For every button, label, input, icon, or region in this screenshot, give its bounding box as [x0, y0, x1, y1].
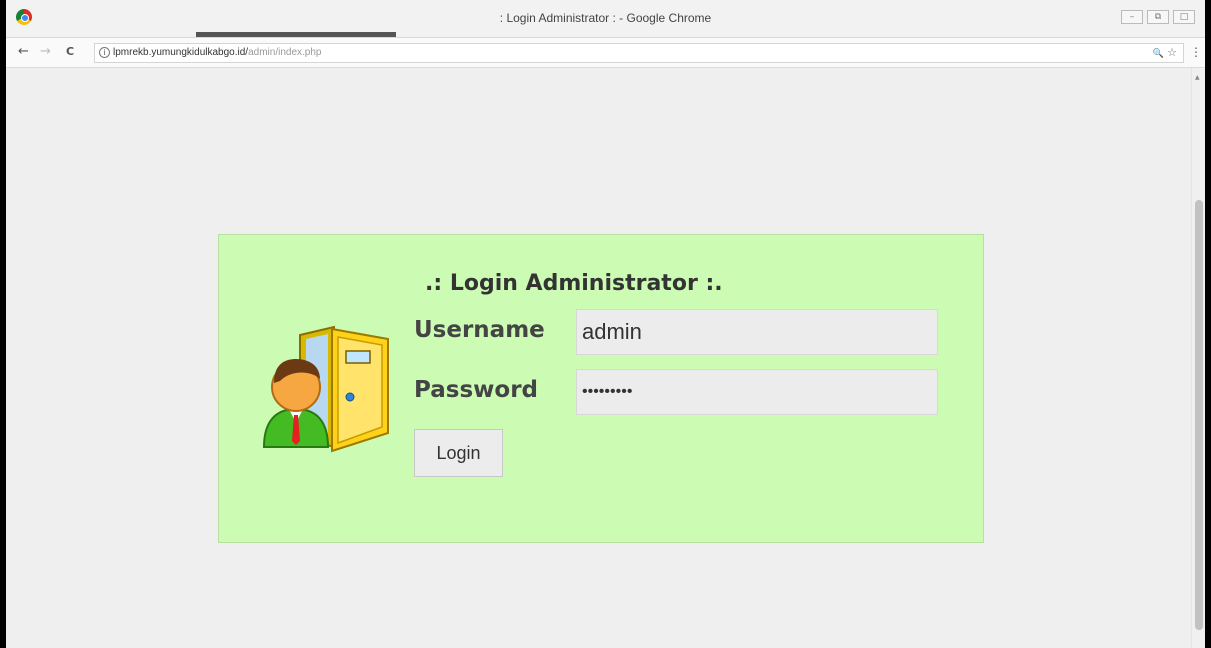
- browser-window: : Login Administrator : - Google Chrome …: [6, 0, 1205, 648]
- back-icon[interactable]: ←: [18, 45, 29, 59]
- url-host: lpmrekb.yumungkidulkabgo.id/: [113, 47, 249, 58]
- minimize-button[interactable]: –: [1121, 10, 1143, 24]
- forward-icon[interactable]: →: [40, 45, 51, 59]
- browser-toolbar: ← → C i lpmrekb.yumungkidulkabgo.id/admi…: [6, 38, 1205, 68]
- login-button[interactable]: Login: [414, 429, 503, 477]
- info-icon[interactable]: i: [99, 47, 110, 58]
- login-title: .: Login Administrator :.: [425, 271, 723, 296]
- url-path: admin/index.php: [248, 47, 322, 58]
- login-panel: .: Login Administrator :. Username admin…: [218, 234, 984, 543]
- username-label: Username: [414, 317, 545, 343]
- close-button[interactable]: □: [1173, 10, 1195, 24]
- url-actions: 🔍 ☆: [1153, 44, 1177, 62]
- address-bar[interactable]: i lpmrekb.yumungkidulkabgo.id/admin/inde…: [94, 43, 1184, 63]
- window-controls: – ⧉ □: [1121, 10, 1195, 24]
- username-input[interactable]: admin: [576, 309, 938, 355]
- window-title: : Login Administrator : - Google Chrome: [499, 11, 712, 25]
- scroll-thumb[interactable]: [1195, 200, 1203, 630]
- title-bar: : Login Administrator : - Google Chrome …: [6, 0, 1205, 38]
- password-input[interactable]: •••••••••: [576, 369, 938, 415]
- star-icon[interactable]: ☆: [1167, 47, 1177, 59]
- reload-icon[interactable]: C: [66, 45, 74, 59]
- scroll-up-icon[interactable]: ▲: [1195, 74, 1200, 81]
- active-tab-indicator[interactable]: [196, 32, 396, 37]
- vertical-scrollbar[interactable]: ▲: [1191, 68, 1205, 648]
- zoom-icon[interactable]: 🔍: [1153, 48, 1164, 58]
- user-door-icon: [262, 323, 392, 455]
- restore-button[interactable]: ⧉: [1147, 10, 1169, 24]
- menu-icon[interactable]: ⋮: [1190, 45, 1202, 59]
- password-label: Password: [414, 377, 538, 403]
